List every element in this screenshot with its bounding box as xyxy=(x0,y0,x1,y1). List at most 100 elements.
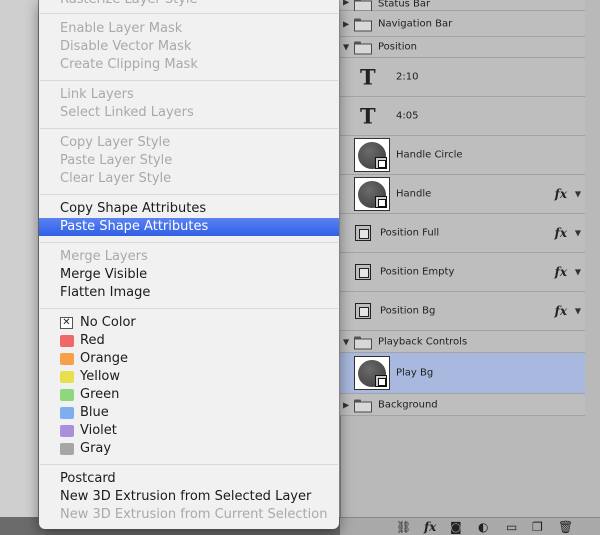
menu-item-enable-layer-mask[interactable]: Enable Layer Mask xyxy=(39,20,339,38)
menu-item-merge-visible[interactable]: Merge Visible xyxy=(39,266,339,284)
layer-row-position[interactable]: ▼ Position xyxy=(340,37,585,58)
vector-mask-icon xyxy=(375,196,387,208)
menu-separator xyxy=(40,80,338,81)
effects-expand-icon[interactable]: ▼ xyxy=(575,307,581,316)
folder-open-icon xyxy=(354,41,372,55)
layer-name: 4:05 xyxy=(396,110,419,122)
layer-name: Navigation Bar xyxy=(378,18,453,29)
menu-item-new-3d-extrusion-selected-layer[interactable]: New 3D Extrusion from Selected Layer xyxy=(39,488,339,506)
menu-item-new-3d-extrusion-current-selection[interactable]: New 3D Extrusion from Current Selection xyxy=(39,506,339,524)
layer-row-position-empty[interactable]: Position Empty fx ▼ xyxy=(340,253,585,292)
effects-expand-icon[interactable]: ▼ xyxy=(575,229,581,238)
menu-item-label: Blue xyxy=(80,405,109,420)
menu-item-yellow[interactable]: Yellow xyxy=(39,368,339,386)
layer-name: Status Bar xyxy=(378,0,431,10)
link-icon[interactable]: ⛓ xyxy=(396,520,411,534)
no-color-icon: ✕ xyxy=(60,317,73,329)
layer-row-navigation-bar[interactable]: ▶ Navigation Bar xyxy=(340,11,585,37)
menu-item-violet[interactable]: Violet xyxy=(39,422,339,440)
layer-row-playback-controls[interactable]: ▼ Playback Controls xyxy=(340,331,585,353)
layer-effects-icon[interactable]: fx xyxy=(555,265,567,279)
layer-row-text-4-05[interactable]: T 4:05 xyxy=(340,97,585,136)
expand-arrow-icon[interactable]: ▶ xyxy=(343,0,349,7)
text-layer-icon: T xyxy=(360,64,376,90)
menu-item-label: Green xyxy=(80,387,120,402)
menu-item-create-clipping-mask[interactable]: Create Clipping Mask xyxy=(39,56,339,74)
layer-row-status-bar[interactable]: ▶ Status Bar xyxy=(340,0,585,12)
mask-icon[interactable]: ◙ xyxy=(450,520,462,534)
layers-toolbar: ⛓ fx ◙ ◐ ▭ ❐ 🗑 xyxy=(340,517,600,535)
menu-item-orange[interactable]: Orange xyxy=(39,350,339,368)
shape-layer-icon xyxy=(355,225,371,241)
layer-row-position-full[interactable]: Position Full fx ▼ xyxy=(340,214,585,253)
folder-icon[interactable]: ▭ xyxy=(506,520,517,534)
layer-name: Position Empty xyxy=(380,266,455,278)
menu-separator xyxy=(40,308,338,309)
folder-icon xyxy=(354,399,372,412)
orange-swatch-icon xyxy=(60,353,74,365)
layer-name: Handle Circle xyxy=(396,149,463,161)
gray-swatch-icon xyxy=(60,443,74,455)
layer-context-menu: Rasterize Layer Style Enable Layer Mask … xyxy=(39,0,339,529)
menu-item-disable-vector-mask[interactable]: Disable Vector Mask xyxy=(39,38,339,56)
menu-item-clear-layer-style[interactable]: Clear Layer Style xyxy=(39,170,339,188)
menu-item-label: Gray xyxy=(80,441,112,456)
menu-item-copy-layer-style[interactable]: Copy Layer Style xyxy=(39,134,339,152)
layer-thumbnail xyxy=(354,138,390,172)
yellow-swatch-icon xyxy=(60,371,74,383)
menu-item-copy-shape-attributes[interactable]: Copy Shape Attributes xyxy=(39,200,339,218)
green-swatch-icon xyxy=(60,389,74,401)
layer-thumbnail xyxy=(354,356,390,390)
red-swatch-icon xyxy=(60,335,74,347)
expand-arrow-icon[interactable]: ▶ xyxy=(343,19,349,28)
layer-effects-icon[interactable]: fx xyxy=(555,187,567,201)
trash-icon[interactable]: 🗑 xyxy=(558,520,573,534)
fx-icon[interactable]: fx xyxy=(424,520,436,534)
layer-row-position-bg[interactable]: Position Bg fx ▼ xyxy=(340,292,585,331)
expand-arrow-icon[interactable]: ▶ xyxy=(343,400,349,409)
menu-item-link-layers[interactable]: Link Layers xyxy=(39,86,339,104)
shape-layer-icon xyxy=(355,303,371,319)
menu-separator xyxy=(40,242,338,243)
layer-row-text-2-10[interactable]: T 2:10 xyxy=(340,58,585,97)
menu-item-rasterize-layer-style[interactable]: Rasterize Layer Style xyxy=(39,0,339,9)
text-layer-icon: T xyxy=(360,103,376,129)
menu-item-select-linked-layers[interactable]: Select Linked Layers xyxy=(39,104,339,122)
vector-mask-icon xyxy=(375,157,387,169)
effects-expand-icon[interactable]: ▼ xyxy=(575,190,581,199)
menu-item-label: Yellow xyxy=(80,369,121,384)
menu-item-red[interactable]: Red xyxy=(39,332,339,350)
menu-item-blue[interactable]: Blue xyxy=(39,404,339,422)
canvas-stripe xyxy=(0,0,38,535)
layer-name: Position Full xyxy=(380,227,440,239)
layer-effects-icon[interactable]: fx xyxy=(555,226,567,240)
new-layer-icon[interactable]: ❐ xyxy=(532,520,543,534)
layers-panel: ▶ Status Bar ▶ Navigation Bar ▼ Position… xyxy=(340,0,600,535)
menu-separator xyxy=(40,13,338,14)
menu-item-merge-layers[interactable]: Merge Layers xyxy=(39,248,339,266)
layer-row-background[interactable]: ▶ Background xyxy=(340,394,585,416)
collapse-arrow-icon[interactable]: ▼ xyxy=(343,337,349,346)
layer-effects-icon[interactable]: fx xyxy=(555,304,567,318)
effects-expand-icon[interactable]: ▼ xyxy=(575,268,581,277)
menu-item-green[interactable]: Green xyxy=(39,386,339,404)
menu-item-label: Violet xyxy=(80,423,117,438)
menu-item-paste-layer-style[interactable]: Paste Layer Style xyxy=(39,152,339,170)
layer-row-handle-circle[interactable]: Handle Circle xyxy=(340,136,585,175)
menu-item-flatten-image[interactable]: Flatten Image xyxy=(39,284,339,302)
layer-row-handle[interactable]: Handle fx ▼ xyxy=(340,175,585,214)
menu-item-gray[interactable]: Gray xyxy=(39,440,339,458)
menu-separator xyxy=(40,128,338,129)
collapse-arrow-icon[interactable]: ▼ xyxy=(343,43,349,52)
menu-item-no-color[interactable]: ✕ No Color xyxy=(39,314,339,332)
menu-item-label: No Color xyxy=(80,315,136,330)
layer-row-play-bg[interactable]: Play Bg xyxy=(340,353,585,394)
vector-mask-icon xyxy=(375,375,387,387)
menu-item-postcard[interactable]: Postcard xyxy=(39,470,339,488)
violet-swatch-icon xyxy=(60,425,74,437)
layer-name: 2:10 xyxy=(396,71,419,83)
menu-item-label: Red xyxy=(80,333,105,348)
adjustment-icon[interactable]: ◐ xyxy=(478,520,488,534)
layer-name: Play Bg xyxy=(396,367,434,379)
menu-item-paste-shape-attributes[interactable]: Paste Shape Attributes xyxy=(39,218,339,236)
